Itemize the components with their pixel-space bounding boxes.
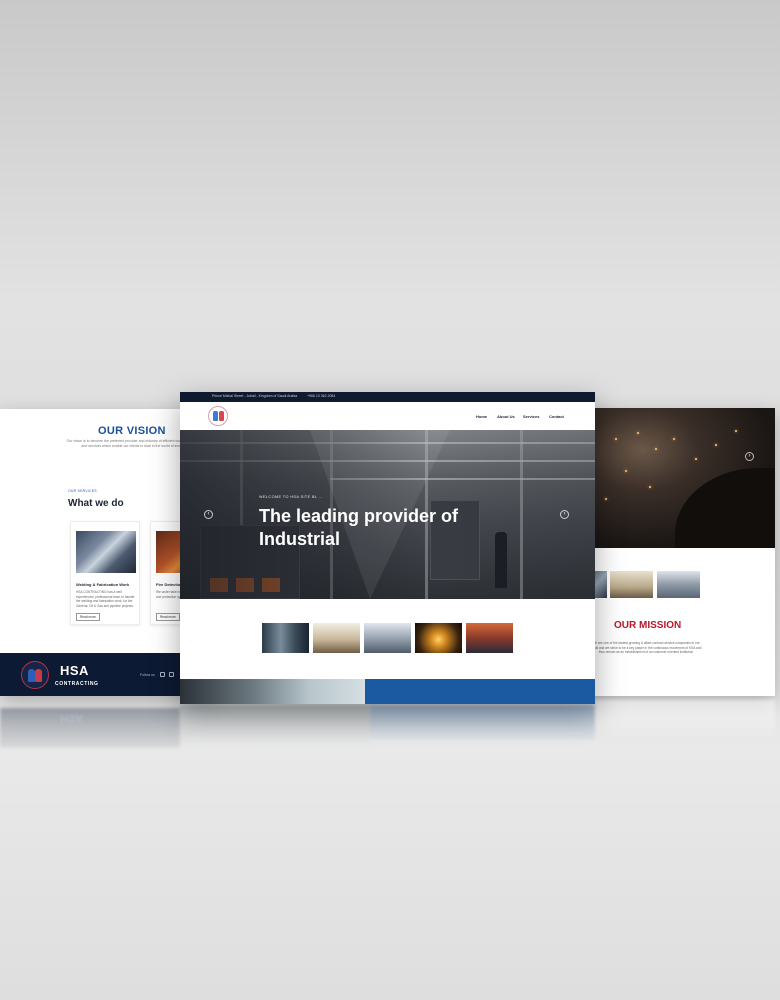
follow-label: Follow us [140,673,155,677]
footer-brand: HSA [60,663,89,678]
thumbnail-image[interactable] [313,623,360,653]
thumbnail-image[interactable] [657,571,700,598]
hero-welcome: WELCOME TO HSA SITE BL ... [259,495,324,499]
address-text: Prince Mishal Street - Jubail - Kingdom … [212,394,298,398]
service-card-desc: HSA CONTRACTING has a well experienced, … [76,590,135,608]
port-night-image: › [585,408,775,548]
service-card-title: Fire Detection [156,582,183,587]
chevron-left-icon[interactable]: ‹ [204,510,213,519]
blue-band [365,679,595,704]
services-label: OUR SERVICES [68,489,97,493]
nav-home[interactable]: Home [476,414,487,419]
hero-slider: WELCOME TO HSA SITE BL ... The leading p… [180,430,595,599]
thumbnail-image[interactable] [415,623,462,653]
hsa-logo[interactable] [21,661,49,689]
mockup-stage: OUR VISION Our vision is to become the p… [0,0,780,1000]
service-card: Welding & Fabrication Work HSA CONTRACTI… [70,521,140,625]
read-more-button[interactable]: Read more [156,613,180,621]
mission-text: We are one of the fastest growing & alli… [590,641,702,654]
service-card-title: Welding & Fabrication Work [76,582,130,587]
industrial-image [180,679,365,704]
instagram-icon[interactable] [169,672,174,677]
facebook-icon[interactable] [160,672,165,677]
project-thumbnails [180,599,595,679]
nav-contact[interactable]: Contact [549,414,564,419]
phone-text: +966 13 362 2084 [307,394,336,398]
floor-reflection [0,708,180,748]
nav-about-us[interactable]: About Us [497,414,515,419]
thumbnail-image[interactable] [262,623,309,653]
chevron-right-icon[interactable]: › [560,510,569,519]
lower-section-strip [180,679,595,704]
thumbnail-image[interactable] [610,571,653,598]
vision-title: OUR VISION [98,425,166,437]
hero-headline: The leading provider of Industrial [259,506,459,549]
thumbnail-image[interactable] [364,623,411,653]
hsa-logo[interactable] [208,406,228,426]
chevron-right-icon[interactable]: › [745,452,754,461]
nav-services[interactable]: Services [523,414,539,419]
mission-title: OUR MISSION [614,620,682,631]
floor-reflection [595,700,775,740]
floor-reflection [180,705,370,745]
welding-image [76,531,136,573]
center-page-mockup: Prince Mishal Street - Jubail - Kingdom … [180,392,595,704]
reflection-brand-text: HSA [60,712,84,724]
footer-brand-sub: CONTRACTING [55,681,99,687]
main-navigation: Home About Us Services Contact [180,402,595,430]
services-heading: What we do [68,498,124,509]
right-page-mockup: › OUR MISSION We are one of the fastest … [585,408,775,696]
read-more-button[interactable]: Read more [76,613,100,621]
floor-reflection [370,705,595,740]
thumbnail-image[interactable] [466,623,513,653]
top-info-bar: Prince Mishal Street - Jubail - Kingdom … [180,392,595,402]
